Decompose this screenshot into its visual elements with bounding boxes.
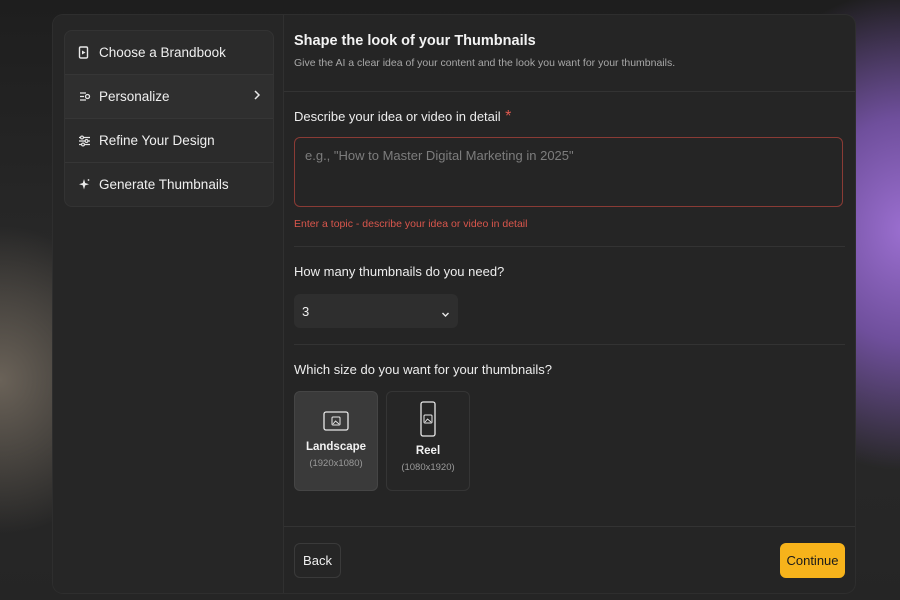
step-generate-thumbnails[interactable]: Generate Thumbnails — [65, 163, 273, 206]
size-option-reel[interactable]: Reel (1080x1920) — [386, 391, 470, 491]
count-label: How many thumbnails do you need? — [294, 264, 505, 279]
divider — [294, 344, 845, 345]
panel-header: Shape the look of your Thumbnails Give t… — [284, 15, 855, 92]
reel-icon — [387, 401, 469, 437]
page-subtitle: Give the AI a clear idea of your content… — [294, 57, 676, 69]
step-personalize[interactable]: Personalize — [65, 75, 273, 119]
brandbook-icon — [77, 46, 91, 60]
size-dims: (1080x1920) — [401, 462, 455, 473]
idea-error-message: Enter a topic - describe your idea or vi… — [294, 218, 528, 230]
idea-label: Describe your idea or video in detail * — [294, 108, 512, 125]
footer-divider — [284, 526, 855, 527]
chevron-right-icon — [253, 89, 261, 104]
size-label: Which size do you want for your thumbnai… — [294, 362, 552, 377]
landscape-icon — [295, 409, 377, 433]
continue-button[interactable]: Continue — [780, 543, 845, 578]
size-name: Reel — [415, 445, 441, 457]
wizard-modal: Choose a Brandbook Personalize Refine Yo… — [53, 15, 855, 593]
count-value: 3 — [302, 303, 310, 319]
divider — [294, 246, 845, 247]
step-list: Choose a Brandbook Personalize Refine Yo… — [64, 30, 274, 207]
size-name: Landscape — [305, 441, 367, 453]
step-choose-brandbook[interactable]: Choose a Brandbook — [65, 31, 273, 75]
sidebar: Choose a Brandbook Personalize Refine Yo… — [53, 15, 284, 593]
step-refine-design[interactable]: Refine Your Design — [65, 119, 273, 163]
step-label: Choose a Brandbook — [99, 45, 226, 60]
size-option-landscape[interactable]: Landscape (1920x1080) — [294, 391, 378, 491]
step-label: Generate Thumbnails — [99, 177, 229, 192]
idea-input[interactable] — [294, 137, 843, 207]
main-panel: Shape the look of your Thumbnails Give t… — [284, 15, 855, 593]
page-title: Shape the look of your Thumbnails — [294, 33, 536, 49]
required-mark: * — [505, 108, 512, 125]
chevron-down-icon — [441, 306, 450, 321]
personalize-icon — [77, 90, 91, 104]
sparkle-icon — [77, 178, 91, 192]
count-select[interactable]: 3 — [294, 294, 458, 328]
step-label: Refine Your Design — [99, 133, 215, 148]
back-button[interactable]: Back — [294, 543, 341, 578]
size-dims: (1920x1080) — [309, 458, 363, 469]
step-label: Personalize — [99, 89, 170, 104]
sliders-icon — [77, 134, 91, 148]
